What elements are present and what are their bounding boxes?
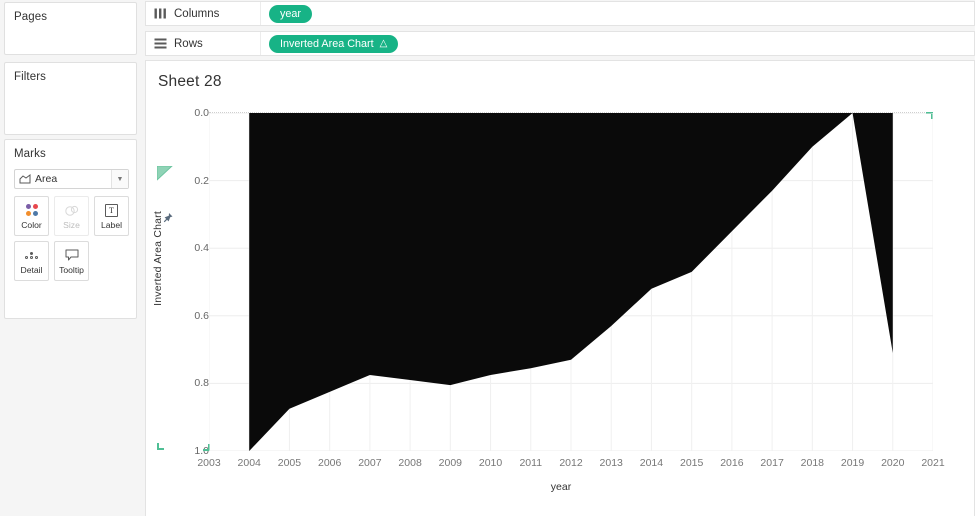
x-axis-tick-label: 2010 [478, 457, 503, 469]
x-axis-tick-label: 2016 [720, 457, 744, 469]
marks-label-button[interactable]: T Label [94, 196, 129, 236]
x-axis-tick-label: 2018 [800, 457, 825, 469]
detail-dots-icon [25, 248, 38, 263]
x-axis-tick-label: 2004 [237, 457, 261, 469]
marks-card-title: Marks [14, 148, 46, 160]
x-axis-tick-label: 2003 [197, 457, 221, 469]
pill-inverted-area-chart[interactable]: Inverted Area Chart △ [269, 34, 399, 53]
shelf-area: Columns year Rows Inverted Area Chart △ [145, 0, 975, 57]
chevron-down-icon[interactable]: ▼ [111, 170, 128, 188]
y-axis-tick-label: 0.2 [194, 174, 209, 187]
columns-shelf-label-box: Columns [146, 2, 261, 25]
columns-icon [154, 8, 167, 19]
columns-shelf-drop-zone[interactable]: year [261, 4, 974, 23]
columns-shelf-label: Columns [174, 7, 220, 20]
rows-shelf-label-box: Rows [146, 32, 261, 55]
left-panel: Pages Filters Marks Area ▼ Color Size T … [0, 0, 141, 516]
x-axis-title: year [550, 481, 572, 493]
rows-shelf-drop-zone[interactable]: Inverted Area Chart △ [261, 34, 974, 53]
tooltip-bubble-icon [65, 248, 79, 263]
rows-shelf-label: Rows [174, 37, 203, 50]
size-circles-icon [64, 203, 80, 218]
marks-size-button[interactable]: Size [54, 196, 89, 236]
label-text-icon: T [105, 203, 118, 218]
x-axis-tick-label: 2011 [519, 457, 543, 469]
area-chart-svg [209, 113, 933, 451]
worksheet-view: Sheet 28 Inverted Area Chart 0.0 0.2 0.4 0.… [145, 60, 975, 516]
x-axis-tick-label: 2015 [679, 457, 704, 469]
x-axis-tick-label: 2006 [317, 457, 342, 469]
filters-card[interactable]: Filters [4, 62, 137, 135]
chart-container: Inverted Area Chart 0.0 0.2 0.4 0.6 0.8 1.0 2… [146, 61, 975, 516]
area-chart-icon [15, 174, 35, 184]
y-axis-tick-label: 0.0 [194, 107, 209, 119]
marks-tooltip-button[interactable]: Tooltip [54, 241, 89, 281]
rows-icon [154, 38, 167, 49]
marks-color-label: Color [21, 219, 42, 230]
marks-type-dropdown[interactable]: Area ▼ [14, 169, 129, 189]
pages-card[interactable]: Pages [4, 2, 137, 55]
plot-corner-handle-bottom-left[interactable] [157, 443, 164, 450]
x-axis-tick-label: 2012 [559, 457, 583, 469]
marks-label-label: Label [100, 219, 123, 230]
columns-shelf[interactable]: Columns year [145, 1, 975, 26]
x-axis-tick-label: 2009 [438, 457, 463, 469]
marks-detail-label: Detail [20, 264, 43, 275]
marks-size-label: Size [63, 219, 80, 230]
color-dots-icon [25, 203, 38, 218]
x-axis-tick-label: 2019 [840, 457, 865, 469]
x-axis-tick-label: 2014 [639, 457, 664, 469]
x-axis-tick-label: 2005 [277, 457, 302, 469]
delta-icon: △ [379, 38, 388, 49]
pill-inverted-area-chart-text: Inverted Area Chart [280, 37, 374, 50]
marks-color-button[interactable]: Color [14, 196, 49, 236]
x-axis-tick-label: 2017 [760, 457, 784, 469]
y-axis-tick-label: 0.4 [194, 242, 209, 255]
pill-year-text: year [280, 7, 302, 20]
marks-type-label: Area [35, 173, 58, 185]
x-axis-tick-label: 2021 [921, 457, 945, 469]
plot-area[interactable] [209, 113, 933, 451]
pill-year[interactable]: year [269, 4, 313, 23]
marks-tooltip-label: Tooltip [59, 264, 84, 275]
mark-property-buttons: Color Size T Label Detail Tooltip [14, 196, 130, 286]
marks-detail-button[interactable]: Detail [14, 241, 49, 281]
y-axis-tick-label: 0.8 [194, 377, 209, 390]
tableau-worksheet: Pages Filters Marks Area ▼ Color Size T … [0, 0, 975, 516]
x-axis-tick-label: 2020 [881, 457, 905, 469]
pages-card-title: Pages [14, 11, 48, 23]
x-axis-tick-label: 2013 [599, 457, 623, 469]
marks-card[interactable]: Marks Area ▼ Color Size T Label Detail T… [4, 139, 137, 319]
rows-shelf[interactable]: Rows Inverted Area Chart △ [145, 31, 975, 56]
filters-card-title: Filters [14, 71, 47, 83]
y-axis-tick-label: 0.6 [194, 309, 209, 322]
x-axis-tick-label: 2008 [398, 457, 422, 469]
x-axis-tick-label: 2007 [358, 457, 382, 469]
x-axis: 2003 2004 2005 2006 2007 2008 2009 2010 2011 2012… [146, 457, 975, 477]
